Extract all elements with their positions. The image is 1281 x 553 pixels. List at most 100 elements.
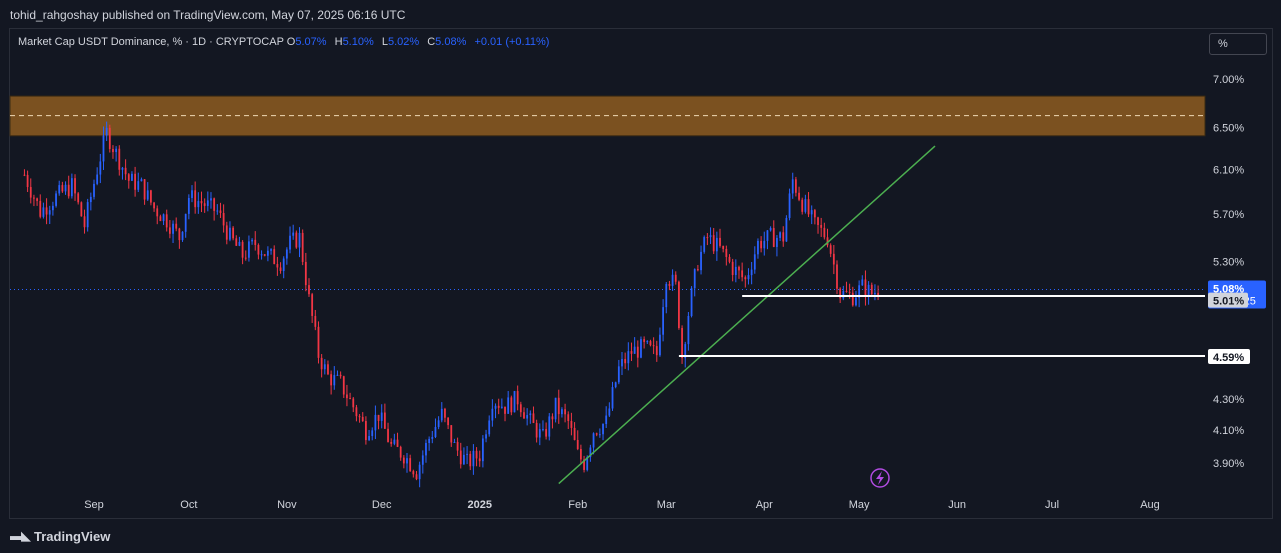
- candle-body: [365, 421, 367, 441]
- candle-body: [143, 179, 146, 200]
- candle-body: [93, 183, 95, 197]
- candle-body: [595, 433, 598, 435]
- candle-body: [475, 450, 478, 459]
- candle-body: [649, 341, 652, 346]
- candle-body: [510, 397, 513, 413]
- candle-body: [820, 225, 823, 228]
- candle-body: [153, 202, 155, 209]
- candle-body: [181, 231, 184, 241]
- candle-body: [70, 178, 73, 197]
- candle-body: [55, 193, 57, 206]
- candle-body: [263, 254, 266, 256]
- candle-body: [137, 181, 140, 190]
- candle-body: [105, 127, 108, 136]
- candle-body: [270, 249, 272, 251]
- candle-body: [772, 228, 775, 247]
- candle-body: [285, 249, 288, 259]
- candle-body: [557, 397, 560, 415]
- candle-body: [206, 200, 209, 206]
- y-tick-label: 6.50%: [1213, 123, 1244, 135]
- candle-body: [488, 420, 491, 435]
- candle-body: [342, 376, 345, 395]
- scale-mode-button[interactable]: %: [1209, 33, 1267, 55]
- candle-body: [507, 397, 510, 414]
- candle-body: [437, 420, 440, 427]
- candle-body: [317, 326, 320, 358]
- candle-body: [763, 240, 766, 249]
- candle-body: [361, 416, 364, 422]
- candle-body: [200, 201, 203, 204]
- candle-body: [146, 190, 149, 200]
- candle-body: [440, 408, 443, 421]
- candle-body: [643, 339, 646, 342]
- candle-body: [134, 173, 137, 190]
- candle-body: [33, 197, 35, 199]
- candle-body: [273, 249, 276, 265]
- lightning-bolt-icon: [876, 471, 884, 485]
- candle-body: [444, 408, 446, 418]
- candle-body: [241, 241, 244, 258]
- candle-body: [851, 292, 854, 306]
- candle-body: [58, 185, 61, 194]
- candle-body: [251, 239, 253, 242]
- candle-body: [327, 364, 329, 375]
- candle-body: [197, 201, 200, 208]
- candle-body: [573, 427, 576, 440]
- candles-group: [23, 121, 879, 488]
- candle-body: [409, 458, 412, 472]
- candle-body: [674, 274, 677, 282]
- candle-body: [248, 241, 250, 258]
- candle-body: [655, 346, 658, 356]
- candle-body: [330, 374, 333, 386]
- candle-body: [23, 174, 26, 176]
- candle-body: [722, 245, 725, 249]
- candle-body: [131, 173, 133, 181]
- candle-body: [229, 227, 231, 240]
- candle-body: [823, 227, 826, 238]
- candle-body: [627, 351, 630, 364]
- candle-body: [295, 232, 298, 248]
- candle-body: [703, 237, 706, 252]
- candle-body: [175, 223, 178, 229]
- candle-body: [428, 438, 431, 444]
- trendline: [558, 145, 936, 485]
- candle-body: [494, 405, 497, 409]
- candle-body: [523, 412, 525, 419]
- candle-body: [829, 245, 832, 254]
- candle-body: [782, 232, 785, 242]
- candle-body: [769, 228, 772, 231]
- candle-body: [412, 471, 415, 475]
- candle-body: [86, 202, 89, 228]
- candle-body: [662, 307, 665, 335]
- candle-body: [576, 439, 579, 450]
- candle-body: [232, 227, 235, 239]
- candle-body: [513, 391, 516, 413]
- legend-low-value: 5.02%: [387, 36, 420, 48]
- candle-body: [418, 464, 421, 480]
- x-tick-label: Feb: [568, 499, 587, 511]
- candle-body: [832, 253, 835, 265]
- candle-body: [728, 256, 731, 262]
- candle-body: [45, 207, 48, 215]
- candle-body: [561, 409, 563, 415]
- candle-body: [687, 315, 690, 345]
- candle-body: [668, 284, 671, 286]
- candle-body: [421, 455, 424, 465]
- candle-body: [554, 397, 557, 420]
- price-chart[interactable]: 7.00% 6.50% 6.10% 5.70% 5.30% 4.30% 4.10% 3.90%…: [0, 0, 1281, 553]
- candle-body: [798, 192, 800, 200]
- candle-body: [592, 433, 595, 448]
- legend-open-value: 5.07%: [295, 36, 327, 48]
- candle-body: [842, 290, 845, 299]
- candle-body: [298, 232, 301, 248]
- candle-body: [225, 225, 228, 240]
- candle-body: [776, 237, 778, 247]
- tradingview-logo[interactable]: ▬◣ TradingView: [10, 528, 110, 544]
- candle-body: [608, 408, 611, 416]
- candle-body: [526, 415, 529, 419]
- y-tick-label: 4.30%: [1213, 394, 1244, 406]
- candle-body: [579, 449, 582, 460]
- candle-body: [244, 257, 247, 259]
- candle-body: [26, 174, 29, 188]
- candle-body: [453, 441, 456, 443]
